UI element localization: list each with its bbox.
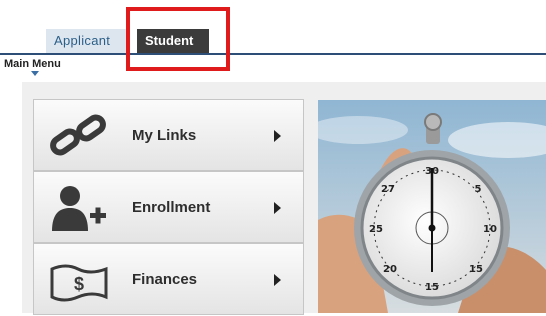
arrow-right-icon xyxy=(274,130,281,142)
highlight-box xyxy=(126,7,230,71)
svg-text:15: 15 xyxy=(469,264,483,275)
add-person-icon xyxy=(52,186,106,231)
svg-text:$: $ xyxy=(74,274,84,294)
svg-text:27: 27 xyxy=(381,184,395,195)
svg-text:15: 15 xyxy=(425,282,439,293)
stopwatch-photo: 30 5 10 15 15 20 25 27 xyxy=(318,100,546,313)
tab-bar: Applicant Student xyxy=(0,0,546,60)
dollar-bill-icon: $ xyxy=(50,264,108,302)
tab-applicant[interactable]: Applicant xyxy=(46,29,128,53)
menu-item-label: Finances xyxy=(132,271,198,288)
caret-down-icon xyxy=(31,71,39,76)
menu-item-label: My Links xyxy=(132,127,197,144)
arrow-right-icon xyxy=(274,274,281,286)
menu-item-label: Enrollment xyxy=(132,199,211,216)
arrow-right-icon xyxy=(274,202,281,214)
svg-text:5: 5 xyxy=(475,184,482,195)
tab-divider xyxy=(0,53,546,55)
menu-item-finances[interactable]: $ Finances xyxy=(33,243,304,315)
chain-link-icon xyxy=(50,114,106,156)
svg-text:20: 20 xyxy=(383,264,397,275)
menu-panel: My Links Enrollment $ Finances xyxy=(33,99,304,315)
menu-item-my-links[interactable]: My Links xyxy=(33,99,304,171)
main-menu-link[interactable]: Main Menu xyxy=(4,58,61,70)
menu-item-enrollment[interactable]: Enrollment xyxy=(33,171,304,243)
svg-text:25: 25 xyxy=(369,224,383,235)
svg-text:10: 10 xyxy=(483,224,497,235)
